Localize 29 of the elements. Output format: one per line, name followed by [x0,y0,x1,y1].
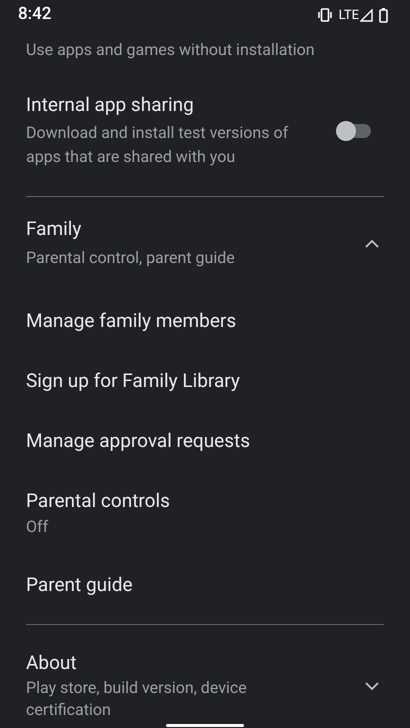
status-time: 8:42 [18,3,52,26]
item-title: Internal app sharing [26,93,195,117]
chevron-down-icon [364,681,380,691]
item-subtitle: Download and install test versions of apps that are shared with you [26,122,290,168]
section-title: Family [26,217,82,241]
item-title: Parent guide [26,573,134,597]
section-subtitle: Play store, build version, device certification [26,677,248,721]
item-title: Parental controls [26,489,171,513]
vibrate-icon [316,8,333,22]
toggle-switch[interactable] [336,121,372,141]
battery-icon [379,8,388,22]
settings-item[interactable]: Parental controls Off [0,471,410,555]
settings-item[interactable]: Manage approval requests [0,411,410,471]
item-subtitle: Use apps and games without installation [26,40,315,59]
section-subtitle: Parental control, parent guide [26,247,236,269]
settings-item[interactable]: Sign up for Family Library [0,351,410,411]
section-title: About [26,651,78,675]
signal-icon [360,8,373,22]
settings-item[interactable]: Parent guide [0,555,410,615]
section-header[interactable]: About Play store, build version, device certification [0,625,410,721]
section-header[interactable]: Family Parental control, parent guide [0,197,410,291]
network-type: LTE [338,8,359,22]
chevron-up-icon [364,239,380,249]
item-title: Sign up for Family Library [26,369,241,393]
item-title: Manage family members [26,309,238,333]
item-subtitle: Off [26,517,50,537]
settings-item[interactable]: Manage family members [0,291,410,351]
item-title: Manage approval requests [26,429,252,453]
settings-item[interactable]: Internal app sharing Download and install test versions of apps that are shared with you [0,66,410,196]
